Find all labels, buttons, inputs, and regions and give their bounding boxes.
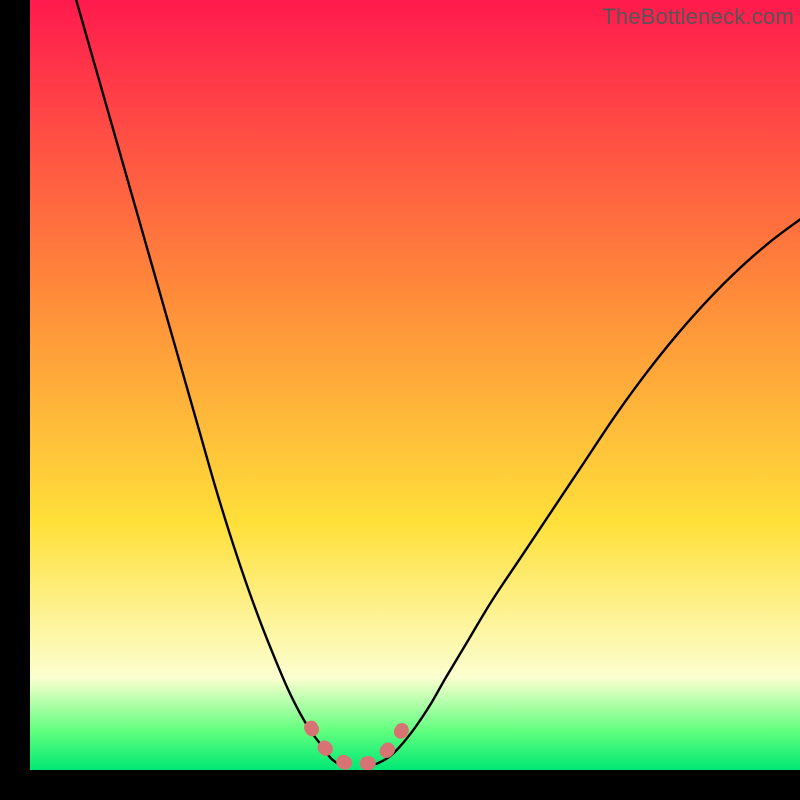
- gradient-bg: [30, 0, 800, 770]
- watermark-text: TheBottleneck.com: [602, 4, 794, 30]
- bottleneck-chart: [30, 0, 800, 770]
- chart-frame: [30, 0, 800, 770]
